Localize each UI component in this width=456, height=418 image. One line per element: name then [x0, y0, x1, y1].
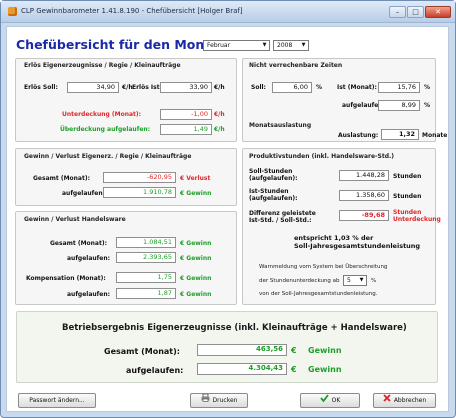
kompensation-aufg-field: 1,87	[116, 288, 176, 299]
nvz-ist-label: Ist (Monat):	[337, 84, 377, 91]
cancel-icon	[383, 394, 391, 407]
gv-handel-title: Gewinn / Verlust Handelsware	[24, 216, 126, 223]
warnung-pct: %	[371, 278, 377, 284]
soll-stunden-field: 1.448,28	[339, 170, 389, 181]
warnung-text-2: der Stundenunterdeckung ab	[259, 278, 340, 284]
betriebsergebnis-title: Betriebsergebnis Eigenerzeugnisse (inkl.…	[62, 323, 407, 333]
soll-stunden-unit: Stunden	[393, 173, 422, 180]
differenz-field: -89,68	[339, 210, 389, 221]
page-title: Chefübersicht für den Monat:	[16, 37, 224, 52]
drucken-button[interactable]: Drucken	[190, 393, 248, 408]
app-icon	[8, 7, 17, 16]
erloes-ist-field: 33,90	[160, 82, 212, 93]
nvz-aufg-field: 8,99	[378, 100, 420, 111]
result-aufg-status: Gewinn	[308, 365, 342, 374]
soll-stunden-label: Soll-Stunden	[249, 168, 293, 175]
nvz-title: Nicht verrechenbare Zeiten	[249, 62, 343, 69]
ueberdeckung-field: 1,49	[160, 124, 212, 135]
erloes-ist-label: Erlös Ist:	[132, 84, 162, 91]
gv-eigen-gesamt-field: -620,95	[103, 172, 176, 183]
gv-handel-aufg-field: 2.393,65	[116, 252, 176, 263]
minimize-button[interactable]: –	[389, 6, 406, 18]
unterdeckung-unit: €/h	[214, 111, 225, 118]
gv-eigen-aufg-field: 1.910,78	[103, 187, 176, 198]
chevron-down-icon: ▼	[359, 277, 364, 283]
warnung-text: Warnmeldung vom System bei Überschreitun…	[259, 264, 388, 270]
ist-stunden-unit: Stunden	[393, 193, 422, 200]
result-aufg-label: aufgelaufen:	[126, 366, 184, 375]
kompensation-unit: € Gewinn	[180, 275, 212, 282]
gv-eigen-aufg-label: aufgelaufen:	[62, 190, 106, 197]
result-aufg-unit: €	[291, 365, 297, 374]
erloes-soll-field: 34,90	[67, 82, 119, 93]
kompensation-label: Kompensation (Monat):	[26, 275, 106, 282]
gv-handel-gesamt-field: 1.084,51	[116, 237, 176, 248]
title-bar: CLP Gewinnbarometer 1.41.8.190 - Chefübe…	[1, 1, 455, 23]
close-button[interactable]: ✕	[425, 6, 451, 18]
ist-stunden-field: 1.358,60	[339, 190, 389, 201]
passwort-aendern-button[interactable]: Passwort ändern...	[18, 393, 96, 408]
auslastung-field: 1,32	[381, 129, 419, 140]
nvz-aufg-unit: %	[424, 102, 431, 109]
ist-stunden-sublabel: (aufgelaufen):	[249, 195, 298, 202]
erloes-soll-label: Erlös Soll:	[24, 84, 58, 91]
erloes-title: Erlös Eigenerzeugnisse / Regie / Kleinau…	[24, 62, 181, 69]
erloes-ist-unit: €/h	[214, 84, 225, 91]
nvz-ist-unit: %	[424, 84, 431, 91]
kompensation-aufg-label: aufgelaufen:	[67, 291, 111, 298]
ok-button[interactable]: OK	[300, 393, 360, 408]
gv-handel-aufg-label: aufgelaufen:	[67, 255, 111, 262]
result-gesamt-field: 463,56	[197, 344, 287, 356]
checkmark-icon	[319, 394, 329, 407]
abbrechen-button[interactable]: Abbrechen	[373, 393, 436, 408]
unterdeckung-field: -1,00	[160, 109, 212, 120]
gv-eigen-aufg-unit: € Gewinn	[180, 190, 212, 197]
nvz-soll-unit: %	[316, 84, 323, 91]
gv-eigen-title: Gewinn / Verlust Eigenerz. / Regie / Kle…	[24, 153, 192, 160]
nvz-ist-field: 15,76	[378, 82, 420, 93]
gv-handel-gesamt-label: Gesamt (Monat):	[50, 240, 107, 247]
nvz-soll-label: Soll:	[251, 84, 266, 91]
auslastung-unit: Monate	[422, 132, 448, 139]
gv-handel-gesamt-unit: € Gewinn	[180, 240, 212, 247]
result-gesamt-label: Gesamt (Monat):	[104, 347, 180, 356]
warnung-select[interactable]: 5 ▼	[343, 275, 367, 286]
result-gesamt-unit: €	[291, 346, 297, 355]
differenz-unit: Stunden	[393, 209, 422, 216]
auslastung-title: Monatsauslastung	[249, 122, 312, 129]
ueberdeckung-label: Überdeckung aufgelaufen:	[60, 126, 151, 133]
soll-jahres-text: Soll-Jahresgesamtstundenleistung	[294, 242, 421, 250]
produktiv-title: Produktivstunden (inkl. Handelsware-Std.…	[249, 153, 395, 160]
unterdeckung-label: Unterdeckung (Monat):	[62, 111, 142, 118]
nvz-soll-field: 6,00	[272, 82, 312, 93]
ist-stunden-label: Ist-Stunden	[249, 188, 289, 195]
entspricht-text: entspricht 1,03 % der	[294, 234, 374, 242]
differenz-sublabel: Ist-Std. / Soll-Std.:	[249, 217, 312, 224]
kompensation-field: 1,75	[116, 272, 176, 283]
differenz-label: Differenz geleistete	[249, 210, 316, 217]
window-title: CLP Gewinnbarometer 1.41.8.190 - Chefübe…	[21, 7, 243, 15]
auslastung-label: Auslastung:	[338, 132, 379, 139]
result-aufg-field: 4.304,43	[197, 363, 287, 375]
maximize-button[interactable]: □	[407, 6, 424, 18]
chevron-down-icon: ▼	[301, 42, 306, 48]
result-gesamt-status: Gewinn	[308, 346, 342, 355]
gv-eigen-gesamt-label: Gesamt (Monat):	[33, 175, 90, 182]
warnung-text-3: von der Soll-Jahresgesamtstundenleistung…	[259, 291, 378, 297]
kompensation-aufg-unit: € Gewinn	[180, 291, 212, 298]
ueberdeckung-unit: €/h	[214, 126, 225, 133]
month-select[interactable]: Februar ▼	[203, 40, 270, 51]
chevron-down-icon: ▼	[262, 42, 267, 48]
gv-handel-aufg-unit: € Gewinn	[180, 255, 212, 262]
differenz-status: Unterdeckung	[393, 216, 441, 223]
gv-eigen-gesamt-unit: € Verlust	[180, 175, 211, 182]
soll-stunden-sublabel: (aufgelaufen):	[249, 175, 298, 182]
year-select[interactable]: 2008 ▼	[273, 40, 309, 51]
printer-icon	[201, 393, 210, 407]
